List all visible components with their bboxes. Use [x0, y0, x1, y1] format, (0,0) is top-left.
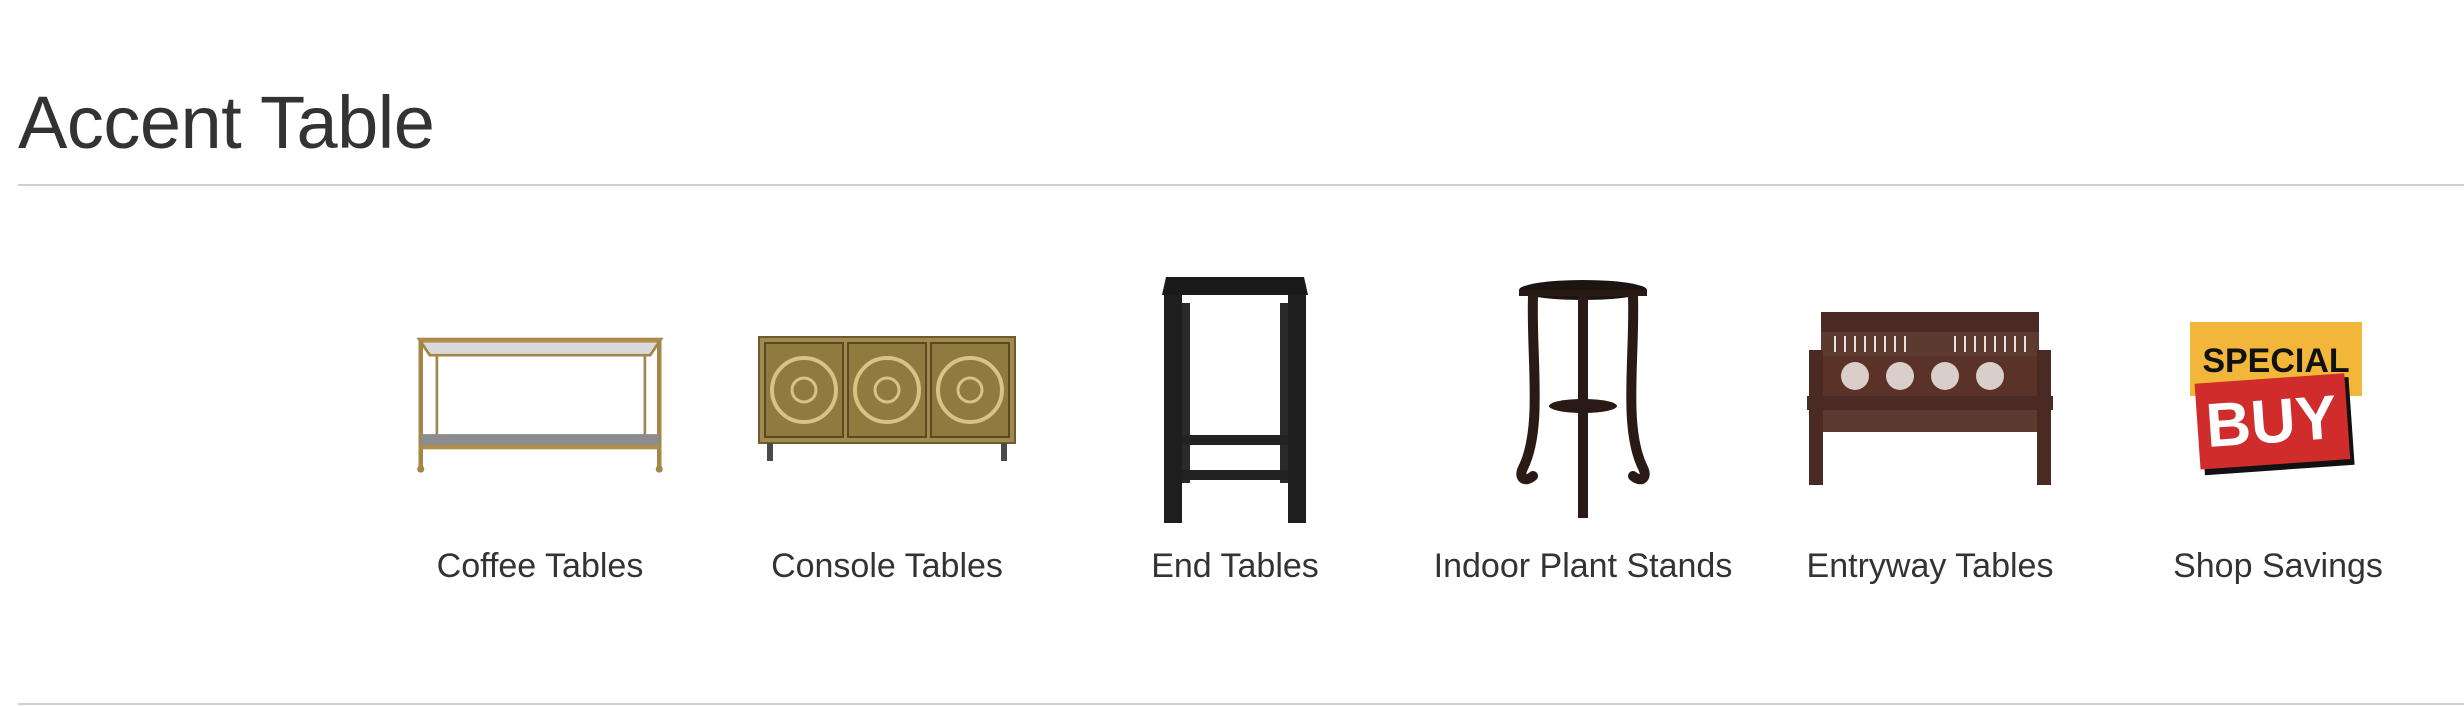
category-label[interactable]: Entryway Tables — [1780, 545, 2080, 587]
category-entryway-tables[interactable]: Entryway Tables — [1780, 250, 2080, 650]
category-row: Coffee Tables Console Tables End Tables … — [390, 250, 2464, 650]
bottom-divider — [18, 703, 2464, 705]
category-label[interactable]: Indoor Plant Stands — [1433, 545, 1733, 587]
coffee-table-image[interactable] — [410, 270, 670, 530]
badge-top-text: SPECIAL — [2202, 342, 2349, 380]
console-table-image[interactable] — [757, 270, 1017, 530]
category-coffee-tables[interactable]: Coffee Tables — [390, 250, 690, 650]
category-indoor-plant-stands[interactable]: Indoor Plant Stands — [1433, 250, 1733, 650]
title-divider — [18, 184, 2464, 186]
category-label[interactable]: End Tables — [1085, 545, 1385, 587]
plant-stand-image[interactable] — [1453, 270, 1713, 530]
entryway-bench-image[interactable] — [1800, 270, 2060, 530]
special-buy-badge[interactable]: SPECIAL BUY — [2148, 270, 2408, 530]
badge-bottom-text: BUY — [2204, 383, 2339, 461]
page-title: Accent Table — [18, 81, 435, 164]
category-console-tables[interactable]: Console Tables — [737, 250, 1037, 650]
category-end-tables[interactable]: End Tables — [1085, 250, 1385, 650]
category-shop-savings[interactable]: SPECIAL BUY Shop Savings — [2128, 250, 2428, 650]
category-label[interactable]: Console Tables — [737, 545, 1037, 587]
category-label[interactable]: Shop Savings — [2128, 545, 2428, 587]
category-label[interactable]: Coffee Tables — [390, 545, 690, 587]
end-table-image[interactable] — [1105, 270, 1365, 530]
